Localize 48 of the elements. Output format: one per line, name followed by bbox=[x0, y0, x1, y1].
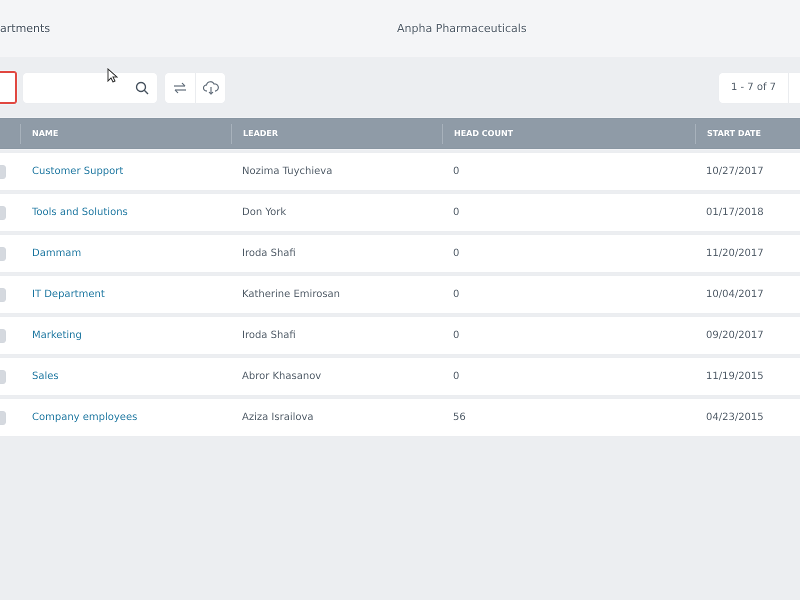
table-row[interactable]: Sales Abror Khasanov 0 11/19/2015 bbox=[0, 358, 800, 395]
table-cell-text: Iroda Shafi bbox=[241, 248, 297, 259]
table-cell-text: 0 bbox=[452, 207, 460, 218]
table-cell-text: Don York bbox=[241, 207, 288, 218]
cloud-download-icon bbox=[202, 80, 218, 94]
table-cell-text: 10/27/2017 bbox=[705, 166, 765, 177]
department-link[interactable]: Company employees bbox=[20, 412, 231, 423]
search-icon bbox=[135, 80, 149, 94]
table-cell-text: 0 bbox=[452, 248, 460, 259]
mouse-pointer-icon bbox=[107, 68, 118, 83]
table-cell-text: 10/04/2017 bbox=[705, 289, 765, 300]
department-link[interactable]: Customer Support bbox=[20, 166, 231, 177]
table-row[interactable]: Customer Support Nozima Tuychieva 0 10/27/2017 bbox=[0, 153, 800, 190]
table-row[interactable]: Tools and Solutions Don York 0 01/17/2018 bbox=[0, 194, 800, 231]
column-header: START DATE bbox=[695, 124, 800, 144]
table-cell-text: 04/23/2015 bbox=[705, 412, 765, 423]
table-cell-text: Nozima Tuychieva bbox=[241, 166, 334, 177]
table-cell-text: 0 bbox=[452, 289, 460, 300]
department-link[interactable]: Sales bbox=[20, 371, 231, 382]
department-link[interactable]: Dammam bbox=[20, 248, 231, 259]
table-cell-text: Abror Khasanov bbox=[241, 371, 322, 382]
pagination-label: 1 - 7 of 7 bbox=[719, 72, 788, 102]
department-link[interactable]: Tools and Solutions bbox=[20, 207, 231, 218]
company-name: Anpha Pharmaceuticals bbox=[397, 22, 528, 35]
table-cell-text: 56 bbox=[452, 412, 467, 423]
department-link[interactable]: IT Department bbox=[20, 289, 231, 300]
table-cell-text: Katherine Emirosan bbox=[241, 289, 342, 300]
table-cell-text: 0 bbox=[452, 371, 460, 382]
table-cell-text: 11/19/2015 bbox=[705, 371, 765, 382]
table-cell-text: Aziza Israilova bbox=[241, 412, 315, 423]
column-header: HEAD COUNT bbox=[442, 124, 695, 144]
column-header: NAME bbox=[20, 124, 231, 144]
table-cell-text: 09/20/2017 bbox=[705, 330, 765, 341]
search-field[interactable] bbox=[23, 72, 157, 102]
table-cell-text: 11/20/2017 bbox=[705, 248, 765, 259]
table-row[interactable]: Dammam Iroda Shafi 0 11/20/2017 bbox=[0, 235, 800, 272]
table-cell-text: 0 bbox=[452, 166, 460, 177]
table-row[interactable]: IT Department Katherine Emirosan 0 10/04/2017 bbox=[0, 276, 800, 313]
department-link[interactable]: Marketing bbox=[20, 330, 231, 341]
column-header: LEADER bbox=[231, 124, 442, 144]
breadcrumb[interactable]: artments bbox=[0, 22, 397, 35]
filter-button[interactable] bbox=[0, 71, 17, 104]
table-row[interactable]: Marketing Iroda Shafi 0 09/20/2017 bbox=[0, 317, 800, 354]
table-row[interactable]: Company employees Aziza Israilova 56 04/23/2015 bbox=[0, 399, 800, 436]
table-cell-text: Iroda Shafi bbox=[241, 330, 297, 341]
table-cell-text: 01/17/2018 bbox=[705, 207, 765, 218]
table-cell-text: 0 bbox=[452, 330, 460, 341]
swap-arrows-icon bbox=[173, 82, 187, 94]
